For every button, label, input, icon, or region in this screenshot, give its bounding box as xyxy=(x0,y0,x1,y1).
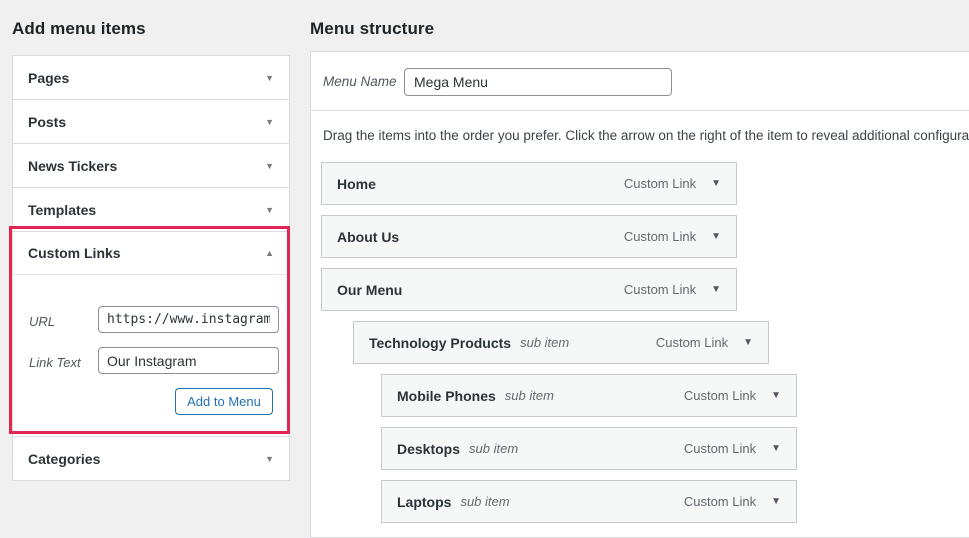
chevron-down-icon[interactable]: ▼ xyxy=(771,390,781,401)
sidebar-item-news-tickers[interactable]: News Tickers ▼ xyxy=(13,144,289,187)
accordion-section: News Tickers ▼ xyxy=(12,143,290,188)
url-input[interactable] xyxy=(98,306,279,333)
menu-item-row-our-menu[interactable]: Our Menu Custom Link ▼ xyxy=(321,268,737,311)
drag-instruction-text: Drag the items into the order you prefer… xyxy=(323,128,969,143)
custom-links-form: URL Link Text Add to Menu xyxy=(13,275,289,436)
menu-item-sub-label: sub item xyxy=(460,494,510,509)
menu-name-input[interactable] xyxy=(404,68,672,96)
accordion-section: Templates ▼ xyxy=(12,187,290,232)
chevron-down-icon[interactable]: ▼ xyxy=(711,178,721,189)
accordion-label: Posts xyxy=(28,113,67,130)
sidebar-item-posts[interactable]: Posts ▼ xyxy=(13,100,289,143)
menu-item-type: Custom Link xyxy=(623,282,697,297)
accordion-section: Posts ▼ xyxy=(12,99,290,144)
chevron-down-icon: ▼ xyxy=(265,453,274,464)
menu-item-sub-label: sub item xyxy=(469,441,519,456)
accordion-label: Categories xyxy=(28,450,101,467)
chevron-down-icon: ▼ xyxy=(265,160,274,171)
chevron-down-icon: ▼ xyxy=(265,116,274,127)
add-menu-items-accordion: Pages ▼ Posts ▼ News Tickers ▼ Templates… xyxy=(12,55,290,481)
accordion-label: Pages xyxy=(28,69,70,86)
sidebar-item-custom-links[interactable]: Custom Links ▲ xyxy=(13,232,289,275)
url-label: URL xyxy=(29,314,56,329)
menu-structure-panel: Menu Name Drag the items into the order … xyxy=(310,51,969,538)
menu-item-row-desktops[interactable]: Desktops sub item Custom Link ▼ xyxy=(381,427,797,470)
menu-structure-body: Drag the items into the order you prefer… xyxy=(311,128,969,523)
menu-item-label: About Us xyxy=(337,228,400,245)
chevron-down-icon[interactable]: ▼ xyxy=(771,443,781,454)
accordion-label: Templates xyxy=(28,201,97,218)
menu-item-sub-label: sub item xyxy=(520,335,570,350)
sidebar-item-categories[interactable]: Categories ▼ xyxy=(13,437,289,480)
accordion-label: Custom Links xyxy=(28,245,121,261)
link-text-label: Link Text xyxy=(29,355,81,370)
sidebar-item-templates[interactable]: Templates ▼ xyxy=(13,188,289,231)
menu-item-row-laptops[interactable]: Laptops sub item Custom Link ▼ xyxy=(381,480,797,523)
menu-item-row-mobile-phones[interactable]: Mobile Phones sub item Custom Link ▼ xyxy=(381,374,797,417)
menu-item-type: Custom Link xyxy=(683,388,757,403)
accordion-section: Categories ▼ xyxy=(12,436,290,481)
menu-item-sub-label: sub item xyxy=(504,388,554,403)
menu-item-label: Laptops xyxy=(397,493,452,510)
menu-item-type: Custom Link xyxy=(683,494,757,509)
menu-item-label: Our Menu xyxy=(337,281,403,298)
menu-item-label: Technology Products xyxy=(369,334,512,351)
menu-item-type: Custom Link xyxy=(683,441,757,456)
menu-item-row-home[interactable]: Home Custom Link ▼ xyxy=(321,162,737,205)
chevron-down-icon: ▼ xyxy=(265,72,274,83)
menu-item-type: Custom Link xyxy=(623,176,697,191)
accordion-label: News Tickers xyxy=(28,157,118,174)
chevron-down-icon[interactable]: ▼ xyxy=(743,337,753,348)
menu-item-type: Custom Link xyxy=(655,335,729,350)
chevron-down-icon[interactable]: ▼ xyxy=(711,231,721,242)
menu-name-header: Menu Name xyxy=(311,52,969,111)
add-menu-items-title: Add menu items xyxy=(12,19,146,38)
menu-item-type: Custom Link xyxy=(623,229,697,244)
sidebar-item-pages[interactable]: Pages ▼ xyxy=(13,56,289,99)
menu-name-label: Menu Name xyxy=(323,74,397,89)
menu-item-label: Mobile Phones xyxy=(397,387,496,404)
chevron-down-icon: ▼ xyxy=(265,204,274,215)
chevron-down-icon[interactable]: ▼ xyxy=(711,284,721,295)
add-to-menu-button[interactable]: Add to Menu xyxy=(175,388,273,415)
chevron-up-icon: ▲ xyxy=(265,248,274,258)
menu-items-list: Home Custom Link ▼ About Us Custom Link … xyxy=(311,162,969,523)
link-text-input[interactable] xyxy=(98,347,279,374)
menu-item-row-about-us[interactable]: About Us Custom Link ▼ xyxy=(321,215,737,258)
menu-item-row-technology-products[interactable]: Technology Products sub item Custom Link… xyxy=(353,321,769,364)
menu-item-label: Desktops xyxy=(397,440,461,457)
accordion-section: Pages ▼ xyxy=(12,55,290,100)
chevron-down-icon[interactable]: ▼ xyxy=(771,496,781,507)
menu-item-label: Home xyxy=(337,175,376,192)
menu-structure-title: Menu structure xyxy=(310,19,435,38)
accordion-section: Custom Links ▲ URL Link Text Add to Menu xyxy=(12,231,290,437)
